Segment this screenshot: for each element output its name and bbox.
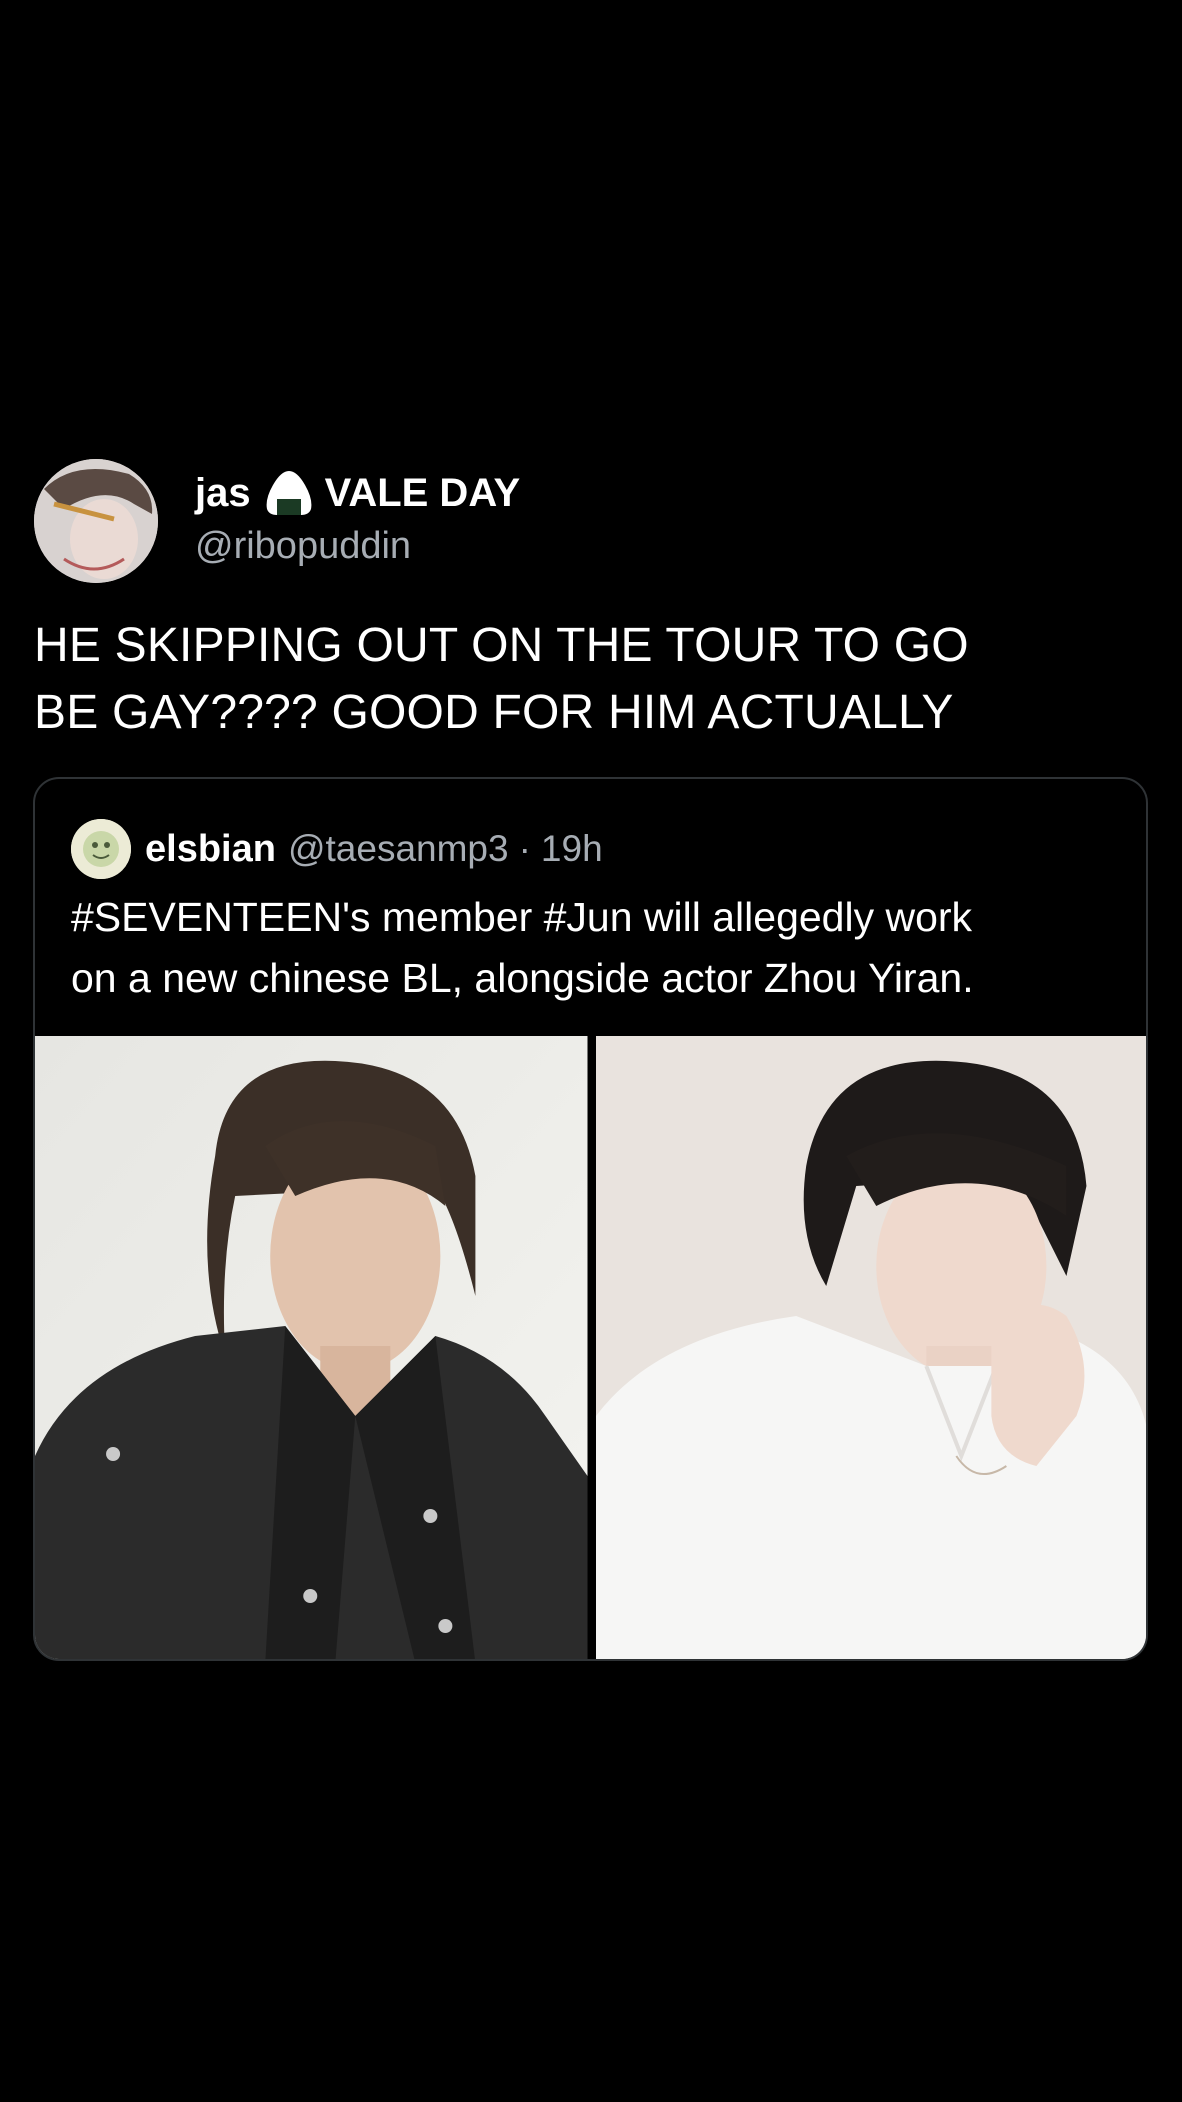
author-handle[interactable]: @ribopuddin <box>195 525 411 568</box>
onigiri-icon <box>263 469 315 517</box>
portrait-photo-left <box>35 1036 588 1659</box>
quoted-author-avatar[interactable] <box>71 819 131 879</box>
quoted-tweet-header: elsbian @taesanmp3 · 19h <box>71 817 603 881</box>
author-name[interactable]: jas <box>195 471 251 516</box>
tweet-post: jas VALE DAY @ribopuddin HE SKIPPING OUT… <box>0 0 1182 2102</box>
quoted-tweet-media <box>35 1036 1146 1659</box>
quoted-tweet-text: #SEVENTEEN's member #Jun will allegedly … <box>71 894 974 1001</box>
author-avatar[interactable] <box>34 459 158 583</box>
media-photo-right[interactable] <box>595 1036 1146 1659</box>
meta-separator: · <box>518 828 531 869</box>
quoted-author-handle[interactable]: @taesanmp3 <box>288 828 509 870</box>
media-photo-left[interactable] <box>35 1036 588 1659</box>
quoted-tweet-card[interactable]: elsbian @taesanmp3 · 19h #SEVENTEEN's me… <box>33 777 1148 1661</box>
tweet-text: HE SKIPPING OUT ON THE TOUR TO GO BE GAY… <box>34 619 969 739</box>
portrait-photo-right <box>595 1036 1146 1659</box>
quoted-tweet-time[interactable]: 19h <box>541 828 603 870</box>
author-name-row[interactable]: jas VALE DAY <box>195 466 520 520</box>
quoted-author-name[interactable]: elsbian <box>145 828 276 871</box>
author-name-suffix: VALE DAY <box>324 470 521 515</box>
